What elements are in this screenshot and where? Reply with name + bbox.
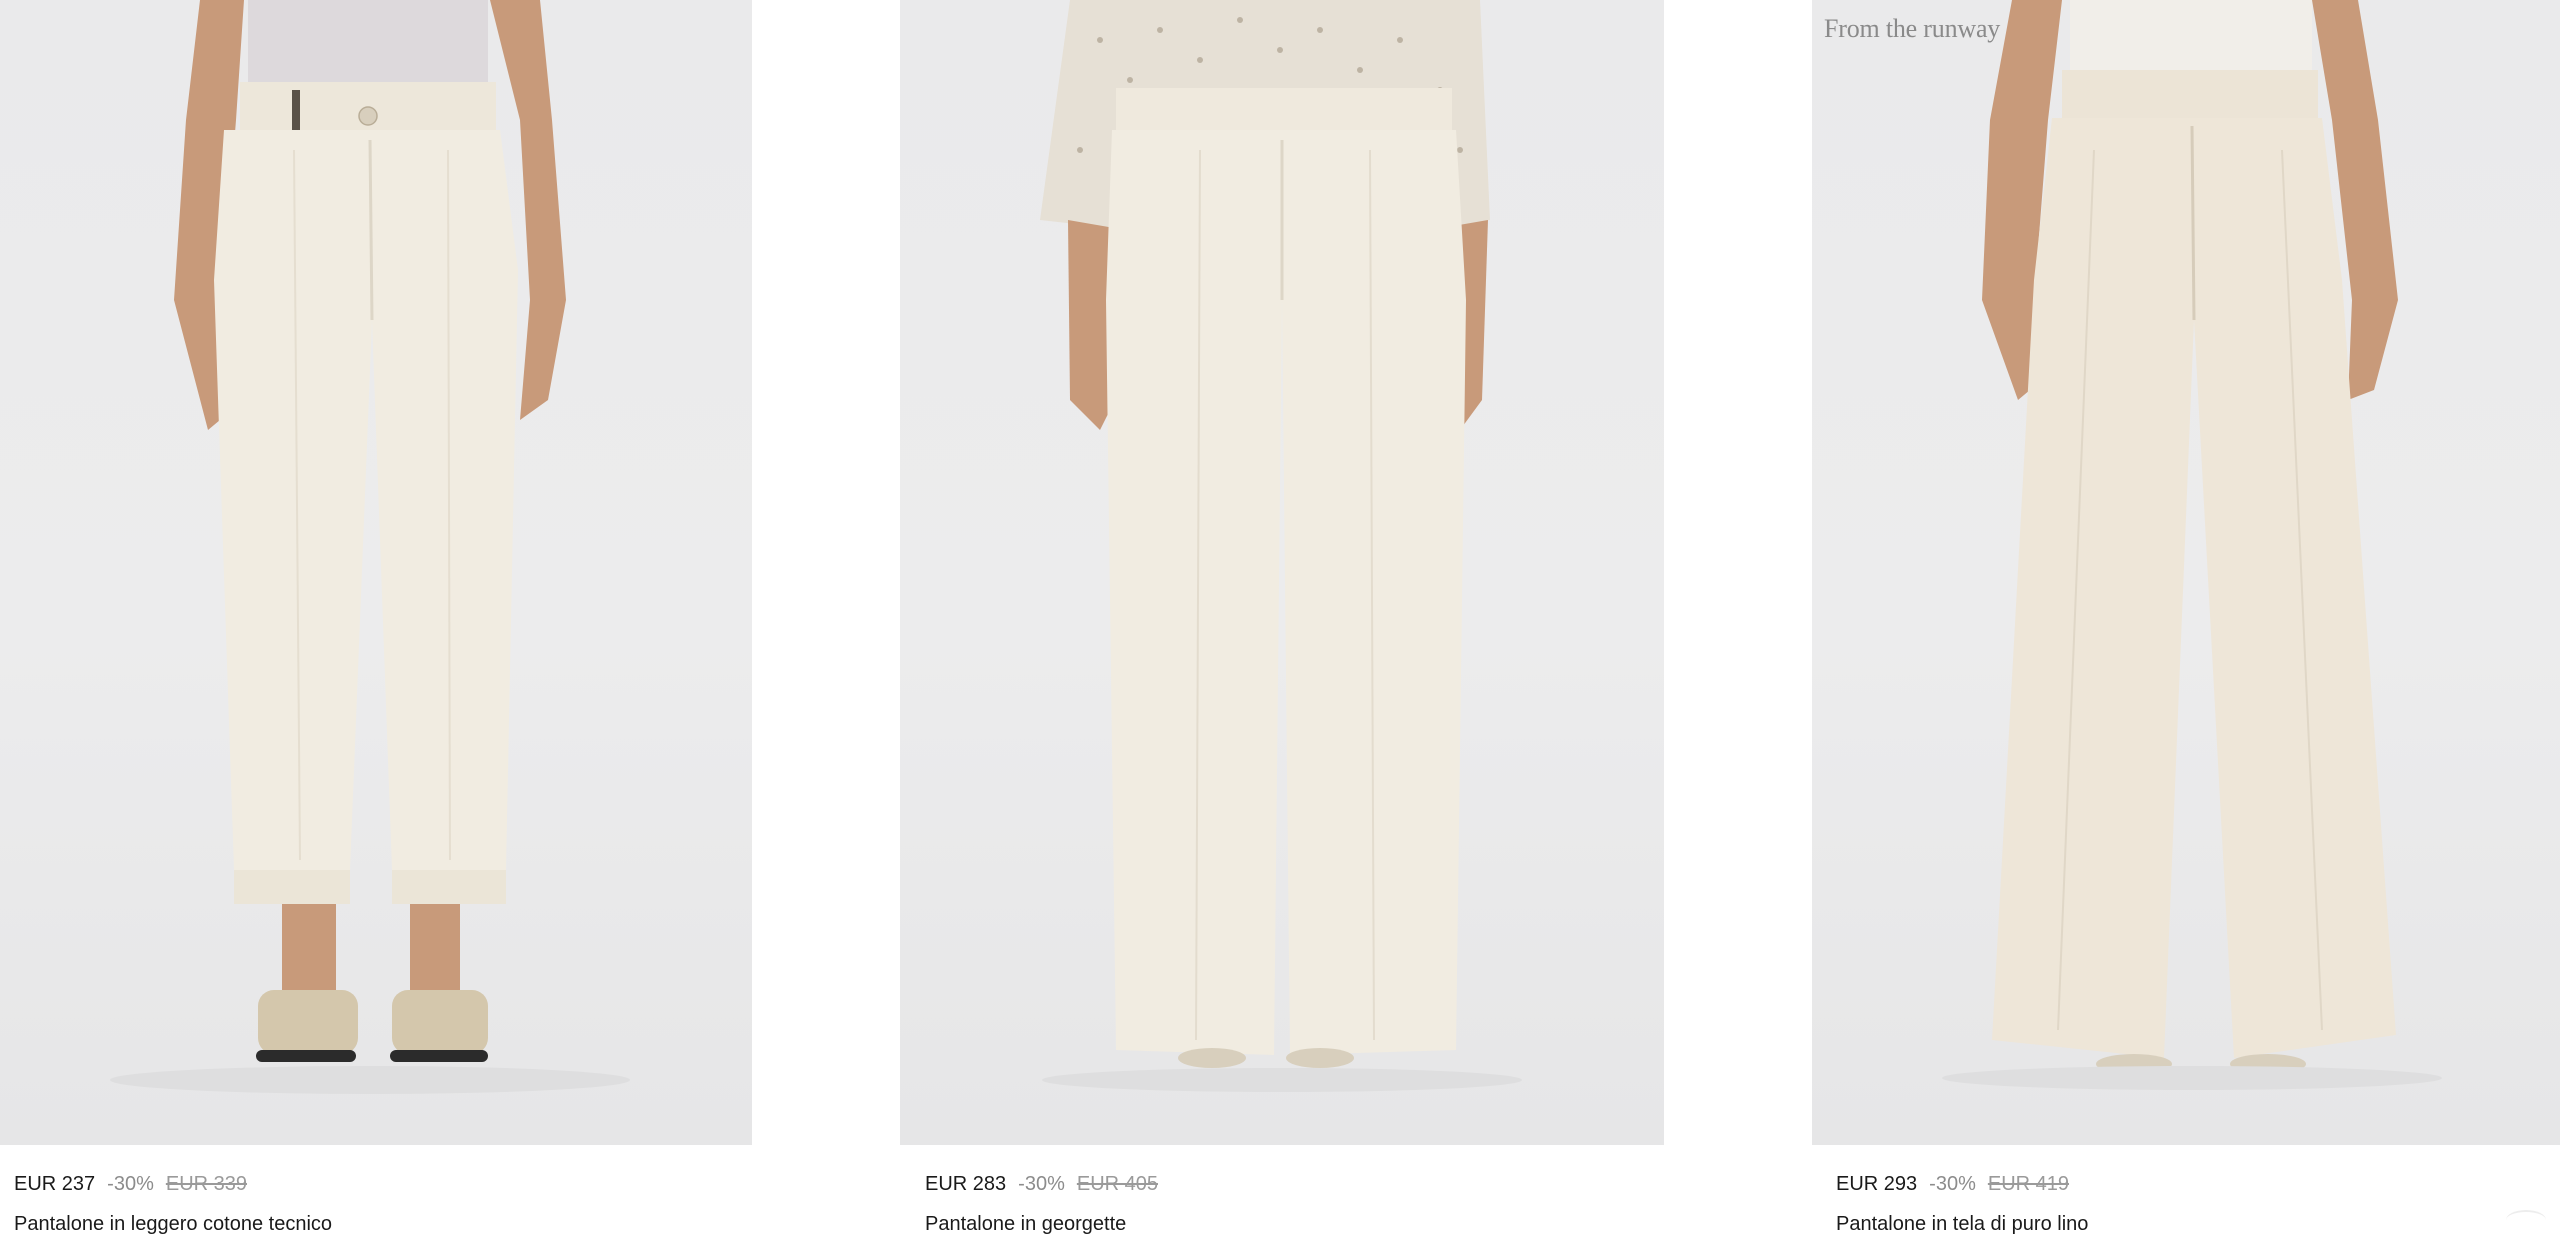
sale-price: EUR 237 bbox=[14, 1173, 96, 1195]
product-info: EUR 293 -30% EUR 419 Pantalone in tela d… bbox=[1812, 1172, 2560, 1236]
discount-badge: -30% bbox=[1929, 1173, 1976, 1195]
product-info: EUR 237 -30% EUR 339 Pantalone in legger… bbox=[0, 1172, 752, 1236]
product-photo-trousers-linen bbox=[1942, 0, 2442, 1090]
product-photo-trousers-wide bbox=[1040, 0, 1522, 1092]
sale-price: EUR 283 bbox=[925, 1173, 1007, 1195]
original-price: EUR 405 bbox=[1076, 1173, 1159, 1195]
product-card[interactable]: EUR 237 -30% EUR 339 Pantalone in legger… bbox=[0, 0, 752, 1236]
product-name-link[interactable]: Pantalone in tela di puro lino bbox=[1836, 1212, 2560, 1236]
original-price: EUR 419 bbox=[1987, 1173, 2070, 1195]
product-card[interactable]: EUR 283 -30% EUR 405 Pantalone in george… bbox=[900, 0, 1664, 1236]
product-image[interactable] bbox=[900, 0, 1664, 1145]
product-card[interactable]: From the runway EUR 293 -30% EUR 419 Pan… bbox=[1812, 0, 2560, 1236]
product-name-link[interactable]: Pantalone in georgette bbox=[925, 1212, 1664, 1236]
price-row: EUR 283 -30% EUR 405 bbox=[925, 1172, 1664, 1196]
product-image[interactable] bbox=[0, 0, 752, 1145]
product-grid: EUR 237 -30% EUR 339 Pantalone in legger… bbox=[0, 0, 2560, 1243]
price-row: EUR 237 -30% EUR 339 bbox=[14, 1172, 752, 1196]
chat-widget-edge[interactable] bbox=[2506, 1210, 2546, 1230]
original-price: EUR 339 bbox=[165, 1173, 248, 1195]
product-name-link[interactable]: Pantalone in leggero cotone tecnico bbox=[14, 1212, 752, 1236]
discount-badge: -30% bbox=[107, 1173, 154, 1195]
discount-badge: -30% bbox=[1018, 1173, 1065, 1195]
product-info: EUR 283 -30% EUR 405 Pantalone in george… bbox=[900, 1172, 1664, 1236]
price-row: EUR 293 -30% EUR 419 bbox=[1836, 1172, 2560, 1196]
product-image[interactable]: From the runway bbox=[1812, 0, 2560, 1145]
sale-price: EUR 293 bbox=[1836, 1173, 1918, 1195]
runway-badge: From the runway bbox=[1824, 14, 2001, 43]
product-photo-trousers-cropped bbox=[110, 0, 630, 1094]
